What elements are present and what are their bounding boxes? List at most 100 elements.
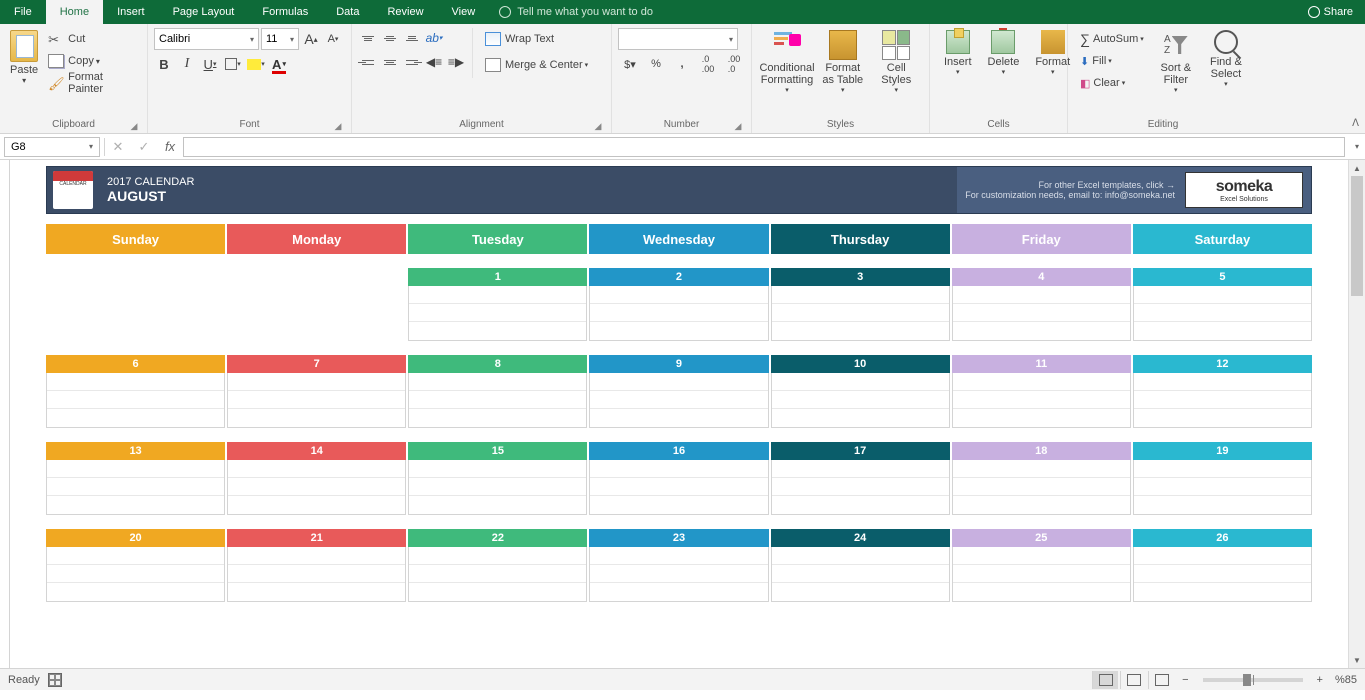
font-name-combo[interactable]: Calibri▾ bbox=[154, 28, 259, 50]
font-launcher[interactable]: ◢ bbox=[333, 121, 343, 131]
tab-formulas[interactable]: Formulas bbox=[248, 0, 322, 24]
format-as-table-button[interactable]: Format as Table▾ bbox=[816, 28, 870, 96]
event-slots[interactable] bbox=[227, 373, 406, 428]
calendar-cell[interactable]: 12 bbox=[1133, 355, 1312, 428]
calendar-cell[interactable]: 22 bbox=[408, 529, 587, 602]
calendar-cell[interactable]: 20 bbox=[46, 529, 225, 602]
page-layout-view-button[interactable] bbox=[1120, 671, 1146, 689]
calendar-cell[interactable]: 3 bbox=[771, 268, 950, 341]
event-slots[interactable] bbox=[1133, 286, 1312, 341]
event-slots[interactable] bbox=[408, 547, 587, 602]
event-slots[interactable] bbox=[408, 460, 587, 515]
insert-button[interactable]: Insert▾ bbox=[936, 28, 980, 78]
percent-button[interactable]: % bbox=[644, 54, 668, 74]
increase-decimal[interactable]: .0.00 bbox=[696, 54, 720, 74]
calendar-cell[interactable]: 14 bbox=[227, 442, 406, 515]
fill-color-button[interactable]: ▾ bbox=[246, 54, 266, 74]
tab-file[interactable]: File bbox=[0, 0, 46, 24]
tab-home[interactable]: Home bbox=[46, 0, 103, 24]
calendar-cell[interactable]: 18 bbox=[952, 442, 1131, 515]
vertical-scrollbar[interactable]: ▲ ▼ bbox=[1348, 160, 1365, 668]
delete-button[interactable]: Delete▾ bbox=[980, 28, 1028, 78]
event-slots[interactable] bbox=[952, 547, 1131, 602]
someka-logo[interactable]: someka Excel Solutions bbox=[1185, 172, 1303, 208]
align-right[interactable] bbox=[402, 52, 422, 72]
conditional-formatting-button[interactable]: Conditional Formatting▾ bbox=[758, 28, 816, 96]
align-center[interactable] bbox=[380, 52, 400, 72]
scroll-up-arrow[interactable]: ▲ bbox=[1349, 160, 1365, 176]
calendar-cell[interactable]: 6 bbox=[46, 355, 225, 428]
font-size-combo[interactable]: 11▾ bbox=[261, 28, 299, 50]
calendar-cell[interactable]: 7 bbox=[227, 355, 406, 428]
align-top[interactable] bbox=[358, 28, 378, 48]
italic-button[interactable]: I bbox=[177, 54, 197, 74]
calendar-cell[interactable]: 26 bbox=[1133, 529, 1312, 602]
tab-review[interactable]: Review bbox=[373, 0, 437, 24]
event-slots[interactable] bbox=[771, 286, 950, 341]
align-left[interactable] bbox=[358, 52, 378, 72]
worksheet[interactable]: ▲ ▼ 2017 CALENDAR AUGUST For other Excel… bbox=[0, 160, 1365, 668]
clipboard-launcher[interactable]: ◢ bbox=[129, 121, 139, 131]
calendar-cell[interactable]: 1 bbox=[408, 268, 587, 341]
tab-view[interactable]: View bbox=[438, 0, 490, 24]
calendar-cell[interactable]: 9 bbox=[589, 355, 768, 428]
event-slots[interactable] bbox=[952, 373, 1131, 428]
event-slots[interactable] bbox=[46, 373, 225, 428]
event-slots[interactable] bbox=[408, 286, 587, 341]
event-slots[interactable] bbox=[227, 547, 406, 602]
share-button[interactable]: Share bbox=[1308, 6, 1353, 18]
merge-center-button[interactable]: Merge & Center ▾ bbox=[479, 54, 594, 76]
find-select-button[interactable]: Find & Select▾ bbox=[1200, 28, 1252, 90]
calendar-cell[interactable]: 23 bbox=[589, 529, 768, 602]
calendar-cell[interactable]: 15 bbox=[408, 442, 587, 515]
insert-function[interactable]: fx bbox=[157, 137, 183, 157]
enter-formula[interactable]: ✓ bbox=[131, 137, 157, 157]
expand-formula-bar[interactable]: ▾ bbox=[1349, 142, 1365, 151]
sort-filter-button[interactable]: AZ Sort & Filter▾ bbox=[1152, 28, 1200, 96]
event-slots[interactable] bbox=[227, 460, 406, 515]
event-slots[interactable] bbox=[589, 460, 768, 515]
scroll-down-arrow[interactable]: ▼ bbox=[1349, 652, 1365, 668]
event-slots[interactable] bbox=[1133, 547, 1312, 602]
event-slots[interactable] bbox=[1133, 373, 1312, 428]
event-slots[interactable] bbox=[589, 547, 768, 602]
alignment-launcher[interactable]: ◢ bbox=[593, 121, 603, 131]
number-format-combo[interactable]: ▾ bbox=[618, 28, 738, 50]
align-bottom[interactable] bbox=[402, 28, 422, 48]
tab-page-layout[interactable]: Page Layout bbox=[159, 0, 249, 24]
event-slots[interactable] bbox=[589, 286, 768, 341]
calendar-cell[interactable]: 11 bbox=[952, 355, 1131, 428]
calendar-cell[interactable]: 2 bbox=[589, 268, 768, 341]
tell-me-search[interactable]: Tell me what you want to do bbox=[499, 6, 653, 18]
event-slots[interactable] bbox=[46, 460, 225, 515]
event-slots[interactable] bbox=[46, 547, 225, 602]
page-break-view-button[interactable] bbox=[1148, 671, 1174, 689]
font-color-button[interactable]: A▾ bbox=[269, 54, 289, 74]
zoom-slider[interactable] bbox=[1203, 678, 1303, 682]
copy-button[interactable]: Copy ▾ bbox=[44, 50, 141, 72]
decrease-decimal[interactable]: .00.0 bbox=[722, 54, 746, 74]
underline-button[interactable]: U▾ bbox=[200, 54, 220, 74]
event-slots[interactable] bbox=[771, 373, 950, 428]
macro-record-icon[interactable] bbox=[48, 673, 62, 687]
event-slots[interactable] bbox=[408, 373, 587, 428]
scroll-thumb[interactable] bbox=[1351, 176, 1363, 296]
calendar-cell[interactable]: 21 bbox=[227, 529, 406, 602]
calendar-cell[interactable]: 13 bbox=[46, 442, 225, 515]
zoom-level[interactable]: %85 bbox=[1335, 674, 1357, 686]
cell-styles-button[interactable]: Cell Styles▾ bbox=[870, 28, 924, 96]
event-slots[interactable] bbox=[1133, 460, 1312, 515]
wrap-text-button[interactable]: Wrap Text bbox=[479, 28, 594, 50]
accounting-button[interactable]: $▾ bbox=[618, 54, 642, 74]
cut-button[interactable]: ✂Cut bbox=[44, 28, 141, 50]
calendar-cell[interactable]: 19 bbox=[1133, 442, 1312, 515]
paste-button[interactable]: Paste▾ bbox=[6, 28, 42, 87]
align-middle[interactable] bbox=[380, 28, 400, 48]
calendar-cell[interactable]: 16 bbox=[589, 442, 768, 515]
number-launcher[interactable]: ◢ bbox=[733, 121, 743, 131]
collapse-ribbon[interactable]: ᐱ bbox=[1352, 118, 1359, 129]
increase-indent[interactable]: ≡▶ bbox=[446, 52, 466, 72]
zoom-out[interactable]: − bbox=[1182, 674, 1188, 686]
calendar-cell[interactable]: 17 bbox=[771, 442, 950, 515]
normal-view-button[interactable] bbox=[1092, 671, 1118, 689]
